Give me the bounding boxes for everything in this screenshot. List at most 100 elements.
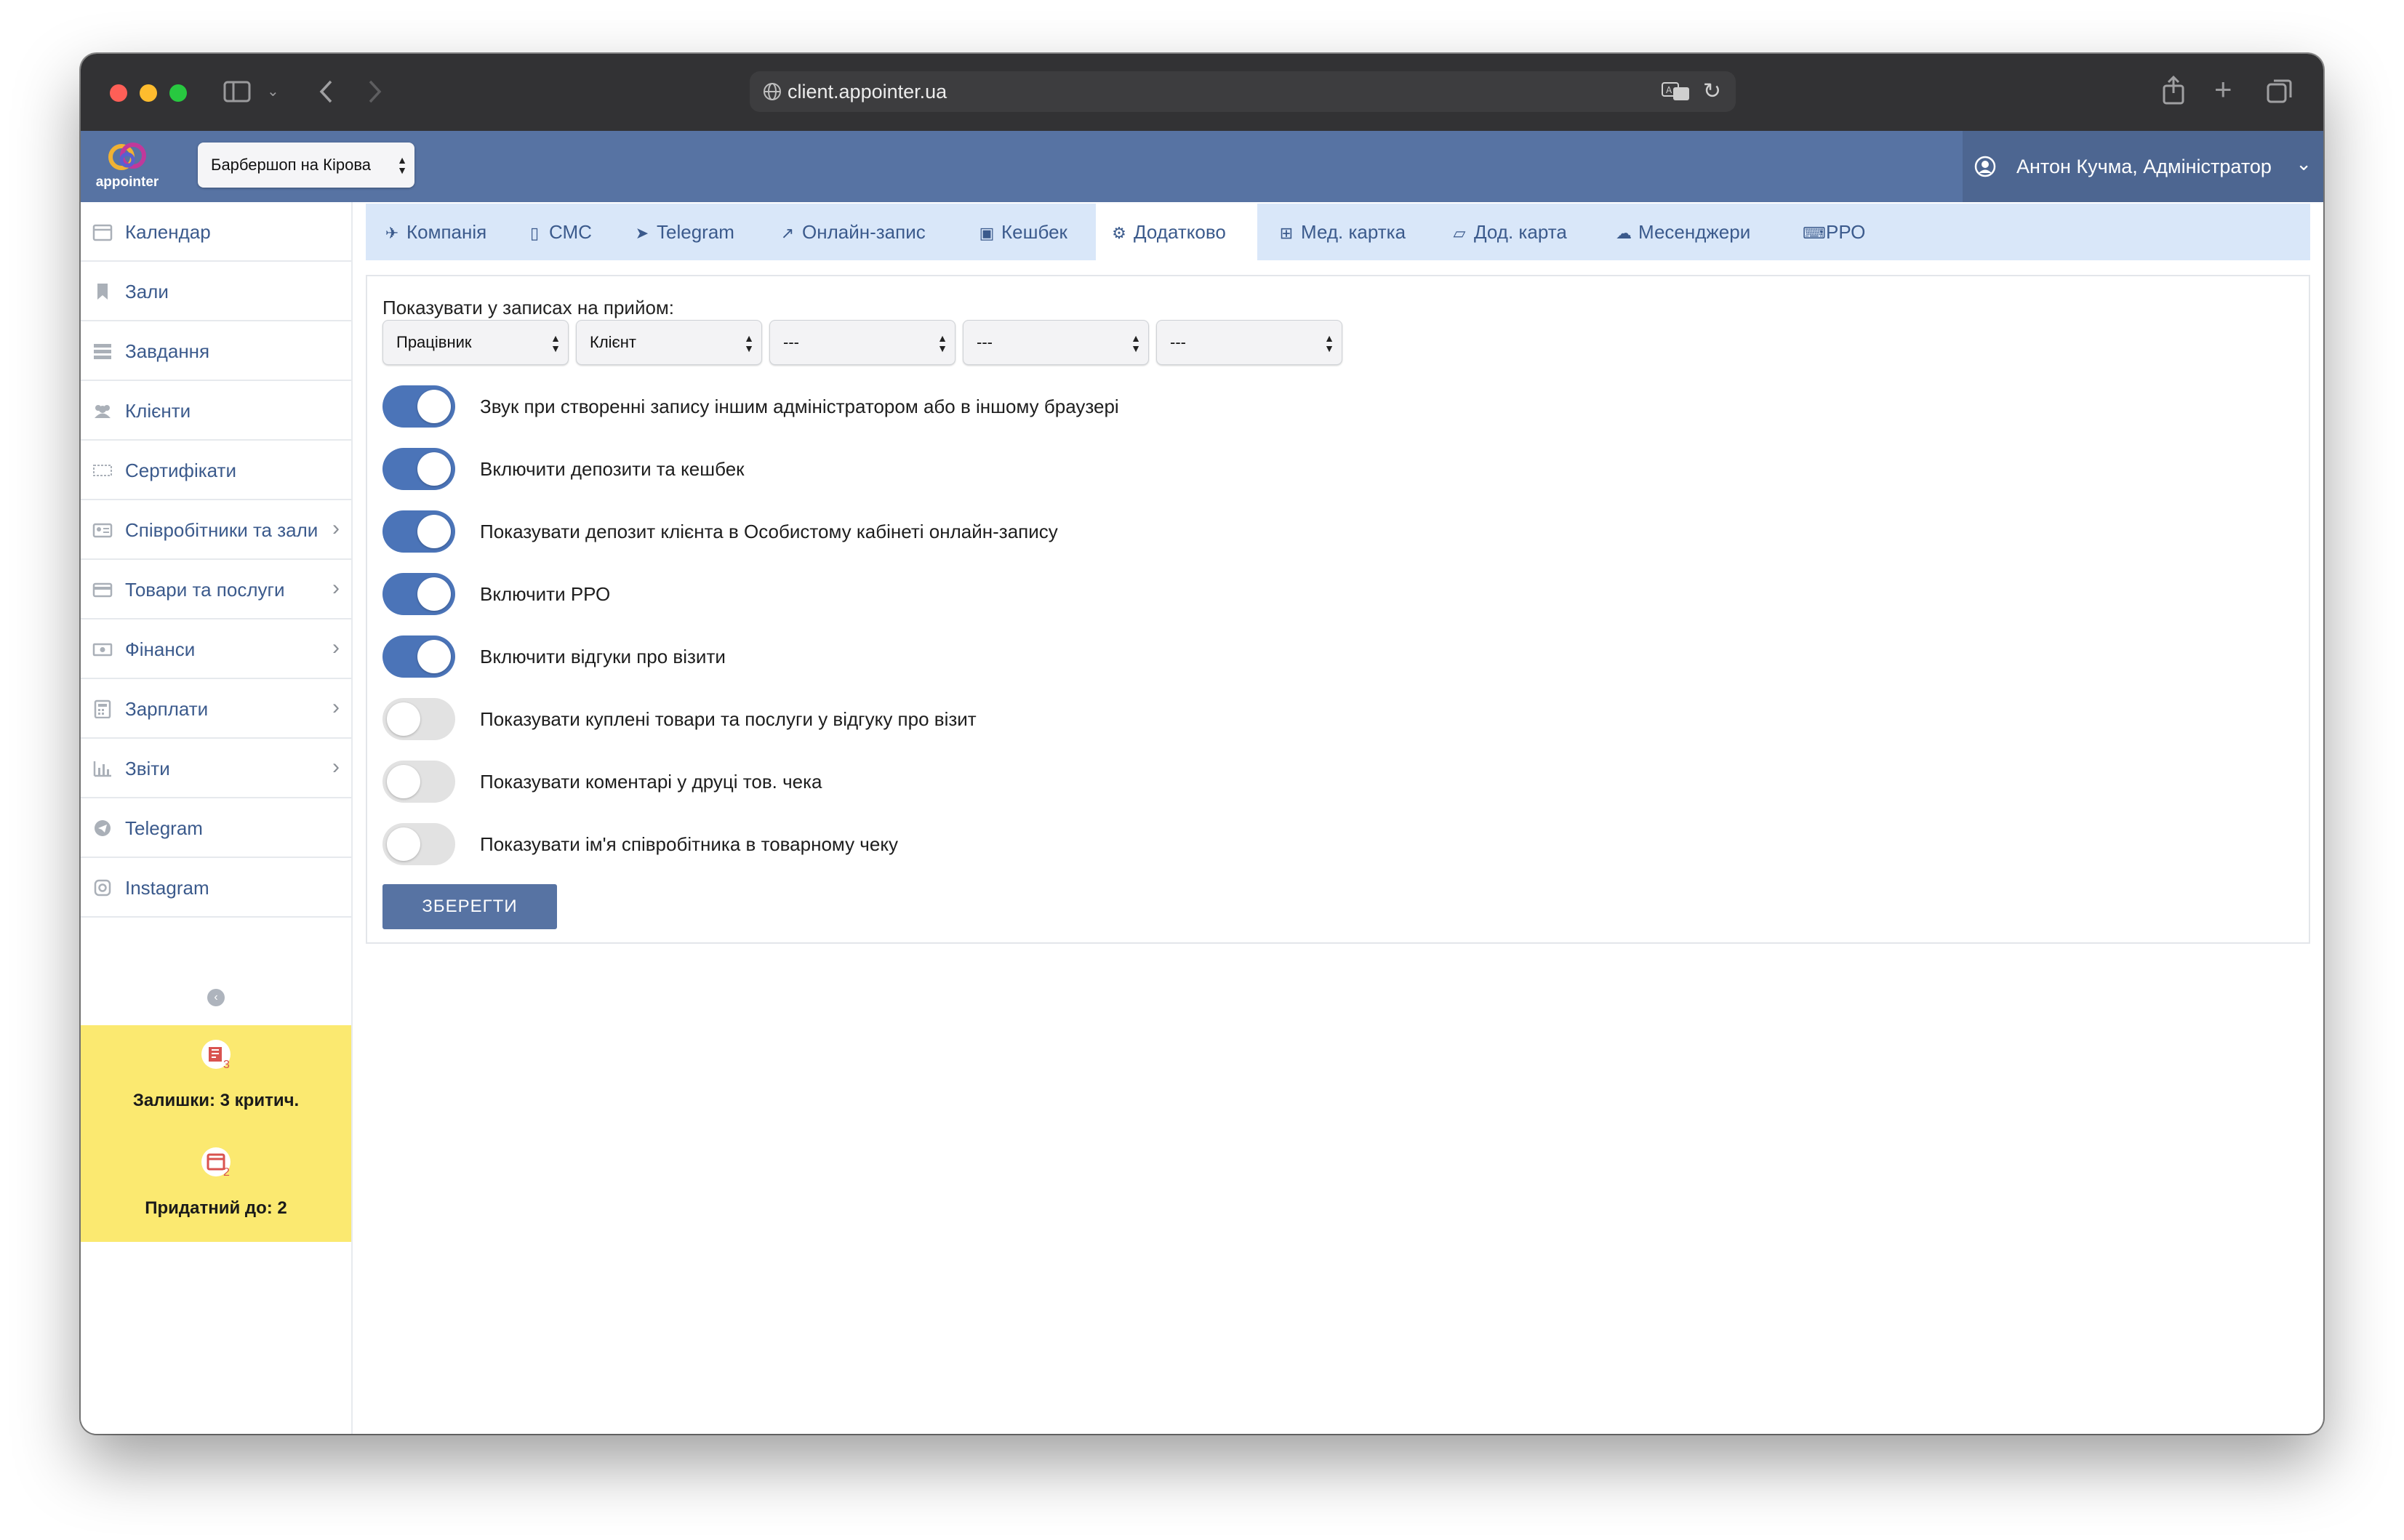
select-value: --- <box>1170 333 1186 351</box>
toggle-switch[interactable] <box>382 823 455 865</box>
toggle-switch[interactable] <box>382 510 455 553</box>
sidebar-item-label: Товари та послуги <box>125 579 285 601</box>
calendar-icon <box>92 222 113 241</box>
bookmark-icon <box>92 282 113 301</box>
new-tab-icon[interactable]: + <box>2214 74 2232 105</box>
inventory-notices: 3 Залишки: 3 критич. 2 Придатний до: 2 <box>81 1025 351 1242</box>
branch-select[interactable]: Барбершоп на Кірова ▲ ▼ <box>198 143 414 188</box>
sidebar-item-staff[interactable]: Співробітники та зали › <box>81 500 351 560</box>
toggle-switch[interactable] <box>382 761 455 803</box>
telegram-icon <box>92 819 113 838</box>
tab-label: РРО <box>1826 221 1866 243</box>
notice-text: Придатний до: 2 <box>145 1198 287 1218</box>
back-icon[interactable] <box>318 79 334 109</box>
settings-tabs: ✈ Компанія ▯ СМС ➤ Telegram ↗ Онлайн-запис ▣… <box>366 204 2310 260</box>
translate-icon[interactable]: A <box>1662 81 1691 105</box>
branch-select-value: Барбершоп на Кірова <box>211 156 371 174</box>
address-bar[interactable]: client.appointer.ua A ↻ <box>750 71 1736 112</box>
tab-label: Онлайн-запис <box>802 221 926 243</box>
zoom-window-button[interactable] <box>169 84 187 102</box>
select-arrows-icon: ▲ ▼ <box>937 332 947 354</box>
display-field-select-4[interactable]: --- ▲ ▼ <box>963 320 1149 365</box>
forward-icon[interactable] <box>367 79 383 109</box>
sidebar-item-tasks[interactable]: Завдання <box>81 321 351 381</box>
tabs-overview-icon[interactable] <box>2267 79 2293 109</box>
collapse-sidebar-button[interactable]: ‹ <box>81 973 351 1028</box>
display-field-select-2[interactable]: Клієнт ▲ ▼ <box>576 320 762 365</box>
sidebar-item-goods-services[interactable]: Товари та послуги › <box>81 560 351 619</box>
user-menu[interactable]: Антон Кучма, Адміністратор ⌄ <box>1963 131 2323 202</box>
chevron-right-icon: › <box>332 755 340 779</box>
svg-text:A: A <box>1666 85 1672 95</box>
notice-badge: 3 <box>223 1059 230 1071</box>
select-value: --- <box>783 333 799 351</box>
display-field-select-1[interactable]: Працівник ▲ ▼ <box>382 320 569 365</box>
tab-messengers[interactable]: ☁ Месенджери <box>1608 204 1758 260</box>
toggle-switch[interactable] <box>382 448 455 490</box>
id-card-icon <box>92 521 113 540</box>
appointer-logo[interactable]: appointer <box>91 138 164 198</box>
setting-label: Включити депозити та кешбек <box>480 458 745 480</box>
toggle-switch[interactable] <box>382 385 455 428</box>
comments-icon: ☁ <box>1616 224 1632 242</box>
select-arrows-icon: ▲ ▼ <box>1324 332 1334 354</box>
sidebar-item-salaries[interactable]: Зарплати › <box>81 679 351 739</box>
minimize-window-button[interactable] <box>140 84 157 102</box>
sidebar-item-label: Календар <box>125 221 211 243</box>
sidebar-item-telegram[interactable]: Telegram <box>81 798 351 858</box>
reload-icon[interactable]: ↻ <box>1703 79 1721 104</box>
instagram-icon <box>92 878 113 897</box>
plus-square-icon: ⊞ <box>1279 224 1294 242</box>
select-arrows-icon: ▲ ▼ <box>744 332 754 354</box>
tab-additional[interactable]: ⚙ Додатково <box>1096 204 1257 260</box>
tab-telegram[interactable]: ➤ Telegram <box>626 204 742 260</box>
display-field-select-3[interactable]: --- ▲ ▼ <box>769 320 955 365</box>
tab-rro[interactable]: ⌨РРО <box>1795 204 1872 260</box>
tab-sms[interactable]: ▯ СМС <box>518 204 599 260</box>
calendar-alert-icon[interactable]: 2 <box>200 1146 232 1179</box>
tab-online-booking[interactable]: ↗ Онлайн-запис <box>772 204 933 260</box>
tab-label: Telegram <box>657 221 734 243</box>
credit-card-icon <box>92 580 113 599</box>
sidebar-item-label: Фінанси <box>125 638 196 660</box>
tab-additional-card[interactable]: ▱ Дод. карта <box>1443 204 1574 260</box>
tab-label: Кешбек <box>1001 221 1067 243</box>
tab-label: Додатково <box>1134 221 1226 243</box>
rocket-icon: ✈ <box>385 224 399 242</box>
sidebar-toggle-icon[interactable] <box>223 80 251 108</box>
mobile-icon: ▯ <box>529 224 540 242</box>
user-circle-icon <box>1974 156 1996 181</box>
app-header: appointer Барбершоп на Кірова ▲ ▼ Антон К… <box>81 131 2323 202</box>
tab-cashback[interactable]: ▣ Кешбек <box>971 204 1075 260</box>
telegram-icon: ➤ <box>635 224 649 242</box>
chevron-down-icon: ⌄ <box>2296 153 2312 175</box>
appointment-display-label: Показувати у записах на прийом: <box>382 297 675 318</box>
tab-label: Дод. карта <box>1474 221 1567 243</box>
close-window-button[interactable] <box>110 84 127 102</box>
toggle-switch[interactable] <box>382 635 455 678</box>
toggle-switch[interactable] <box>382 573 455 615</box>
tab-company[interactable]: ✈ Компанія <box>376 204 494 260</box>
sidebar-item-label: Instagram <box>125 877 209 899</box>
chevron-right-icon: › <box>332 635 340 659</box>
cogs-icon: ⚙ <box>1112 224 1126 242</box>
chevron-down-icon[interactable]: ⌄ <box>267 84 279 99</box>
sidebar-item-certificates[interactable]: Сертифікати <box>81 441 351 500</box>
sidebar-item-label: Завдання <box>125 340 210 362</box>
tab-medical-card[interactable]: ⊞ Мед. картка <box>1270 204 1413 260</box>
sidebar-item-clients[interactable]: Клієнти <box>81 381 351 441</box>
setting-label: Показувати коментарі у друці тов. чека <box>480 771 822 793</box>
share-icon[interactable] <box>2162 75 2185 109</box>
sidebar-item-finance[interactable]: Фінанси › <box>81 619 351 679</box>
sidebar-item-reports[interactable]: Звіти › <box>81 739 351 798</box>
save-button[interactable]: ЗБЕРЕГТИ <box>382 884 557 929</box>
inventory-alert-icon[interactable]: 3 <box>200 1038 232 1071</box>
sidebar-item-calendar[interactable]: Календар <box>81 202 351 262</box>
sidebar-item-label: Клієнти <box>125 400 191 422</box>
sidebar-item-halls[interactable]: Зали <box>81 262 351 321</box>
display-field-select-5[interactable]: --- ▲ ▼ <box>1156 320 1342 365</box>
sidebar-item-instagram[interactable]: Instagram <box>81 858 351 918</box>
keyboard-icon: ⌨ <box>1803 224 1826 242</box>
user-name: Антон Кучма, Адміністратор <box>2016 156 2272 177</box>
toggle-switch[interactable] <box>382 698 455 740</box>
